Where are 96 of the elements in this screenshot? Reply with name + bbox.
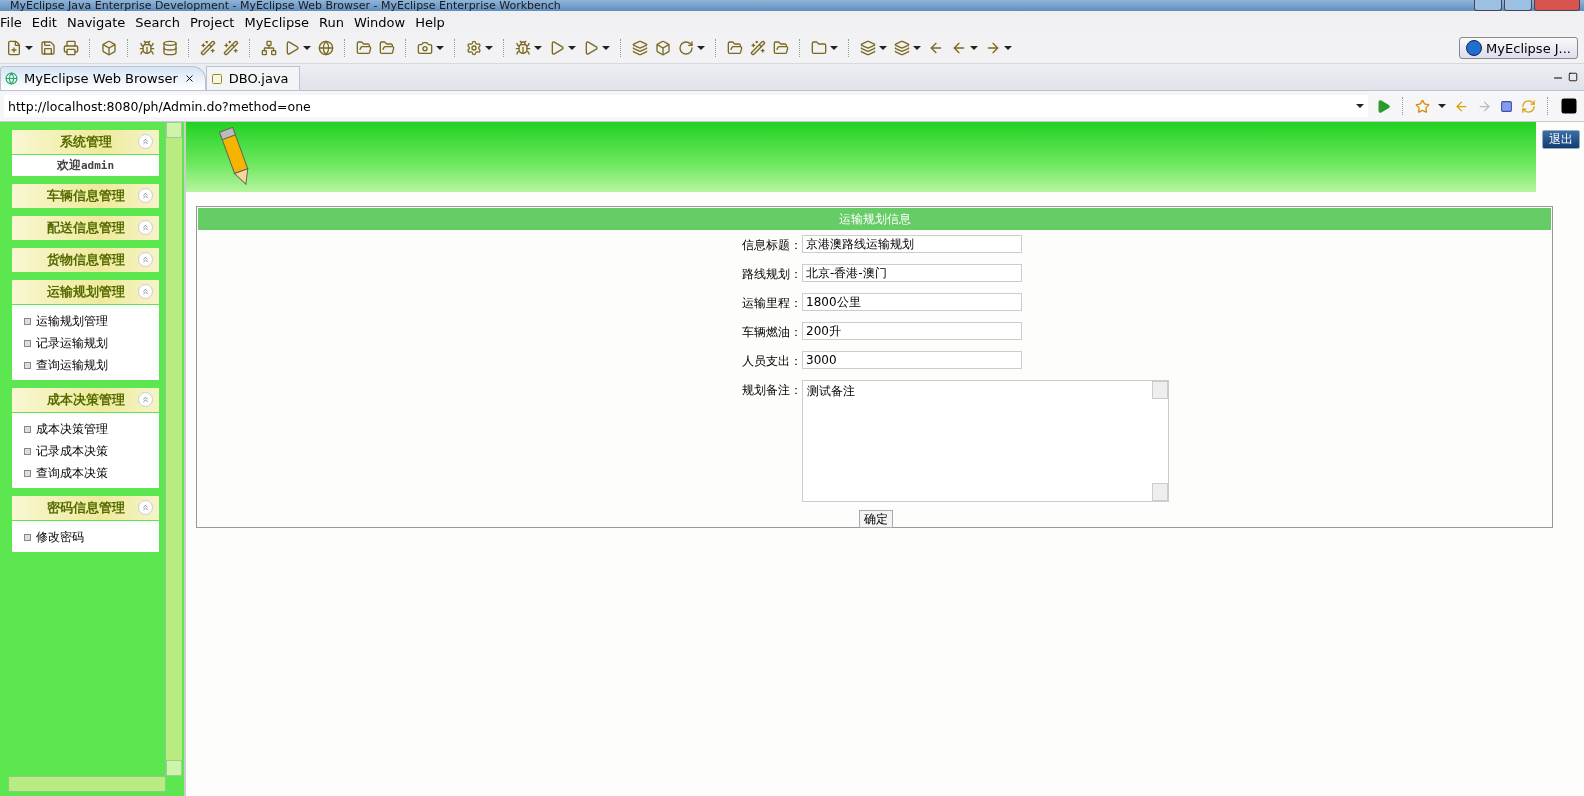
menu-item[interactable]: MyEclipse	[244, 14, 318, 30]
caret-icon[interactable]	[879, 46, 887, 50]
text-field[interactable]: 北京-香港-澳门	[802, 264, 1022, 282]
nav-link[interactable]: 查询成本决策	[12, 465, 159, 482]
section-header[interactable]: 运输规划管理	[12, 280, 159, 304]
box-icon[interactable]	[101, 40, 117, 56]
caret-icon[interactable]	[568, 46, 576, 50]
rotate-icon[interactable]	[678, 40, 694, 56]
star-icon[interactable]	[1415, 98, 1430, 114]
menu-item[interactable]: Help	[415, 14, 454, 30]
text-field[interactable]: 3000	[802, 351, 1022, 369]
menu-item[interactable]: Project	[189, 14, 244, 30]
layers-icon[interactable]	[894, 40, 910, 56]
database-icon[interactable]	[162, 40, 178, 56]
globe-icon	[5, 72, 18, 85]
play-icon[interactable]	[284, 40, 300, 56]
layers-icon[interactable]	[860, 40, 876, 56]
caret-icon[interactable]	[970, 46, 978, 50]
close-icon[interactable]	[183, 73, 195, 84]
caret-icon[interactable]	[602, 46, 610, 50]
caret-icon[interactable]	[485, 46, 493, 50]
printer-icon[interactable]	[63, 40, 79, 56]
section-header[interactable]: 货物信息管理	[12, 248, 159, 272]
stop-icon[interactable]	[1500, 99, 1513, 113]
gear-icon[interactable]	[466, 40, 482, 56]
menu-item[interactable]: Window	[353, 14, 415, 30]
field-label: 规划备注：	[742, 382, 802, 399]
minimize-button[interactable]	[1474, 0, 1502, 11]
welcome-text: 欢迎admin	[55, 157, 116, 174]
layers-icon[interactable]	[632, 40, 648, 56]
caret-icon[interactable]	[436, 46, 444, 50]
square-icon[interactable]	[1560, 97, 1578, 115]
save-icon[interactable]	[40, 40, 56, 56]
section-header[interactable]: 车辆信息管理	[12, 184, 159, 208]
section-header[interactable]: 成本决策管理	[12, 388, 159, 412]
section-header[interactable]: 配送信息管理	[12, 216, 159, 240]
field-label: 车辆燃油：	[742, 324, 802, 341]
text-field[interactable]: 京港澳路线运输规划	[802, 235, 1022, 253]
nav-link[interactable]: 查询运输规划	[12, 357, 159, 374]
file-icon	[210, 72, 223, 85]
play-icon[interactable]	[549, 40, 565, 56]
play-icon[interactable]	[1376, 98, 1391, 114]
address-field[interactable]: http://localhost:8080/ph/Admin.do?method=one	[4, 95, 1368, 117]
menu-item[interactable]: Navigate	[66, 14, 135, 30]
folder-icon[interactable]	[727, 40, 743, 56]
caret-icon[interactable]	[830, 46, 838, 50]
caret-icon[interactable]	[25, 46, 33, 50]
play-icon[interactable]	[583, 40, 599, 56]
panel-title: 运输规划信息	[198, 208, 1551, 230]
field-label: 路线规划：	[742, 266, 802, 283]
field-label: 运输里程：	[742, 295, 802, 312]
window-title: MyEclipse Java Enterprise Development - MyEclipse Web Browser - MyEclipse Enterprise Workbench	[10, 0, 561, 11]
section-header[interactable]: 密码信息管理	[12, 496, 159, 520]
nav-link[interactable]: 记录成本决策	[12, 443, 159, 460]
text-area[interactable]: 测试备注	[802, 380, 1169, 502]
box-icon[interactable]	[655, 40, 671, 56]
folder-icon[interactable]	[356, 40, 372, 56]
perspective-button[interactable]: MyEclipse J...	[1459, 37, 1578, 59]
nav-link[interactable]: 成本决策管理	[12, 421, 159, 438]
close-button[interactable]	[1534, 0, 1580, 11]
new-file-icon[interactable]	[6, 40, 22, 56]
caret-icon[interactable]	[1438, 104, 1446, 108]
scrollbar[interactable]	[165, 122, 182, 776]
globe-icon[interactable]	[318, 40, 334, 56]
caret-icon[interactable]	[913, 46, 921, 50]
section-header[interactable]: 系统管理	[12, 130, 159, 154]
menu-item[interactable]: Run	[318, 14, 353, 30]
caret-icon[interactable]	[1356, 104, 1364, 108]
submit-button[interactable]: 确定	[859, 510, 893, 528]
editor-tab[interactable]: MyEclipse Web Browser	[0, 66, 206, 90]
caret-icon[interactable]	[534, 46, 542, 50]
network-icon[interactable]	[261, 40, 277, 56]
logo-icon	[1466, 40, 1483, 56]
restore-icon[interactable]	[1568, 72, 1578, 82]
caret-icon[interactable]	[697, 46, 705, 50]
bug-icon[interactable]	[139, 40, 155, 56]
folder-icon[interactable]	[379, 40, 395, 56]
field-label: 人员支出：	[742, 353, 802, 370]
text-field[interactable]: 200升	[802, 322, 1022, 340]
menu-item[interactable]: Edit	[31, 14, 66, 30]
bug-icon[interactable]	[515, 40, 531, 56]
folder-icon[interactable]	[773, 40, 789, 56]
nav-link[interactable]: 记录运输规划	[12, 335, 159, 352]
maximize-button[interactable]	[1504, 0, 1532, 11]
text-field[interactable]: 1800公里	[802, 293, 1022, 311]
nav-link[interactable]: 运输规划管理	[12, 313, 159, 330]
scrollbar[interactable]	[8, 776, 166, 792]
caret-icon[interactable]	[303, 46, 311, 50]
menu-item[interactable]: Search	[135, 14, 189, 30]
field-label: 信息标题：	[742, 237, 802, 254]
caret-icon[interactable]	[1004, 46, 1012, 50]
menu-item[interactable]: File	[0, 14, 31, 30]
editor-tab[interactable]: DBO.java	[205, 66, 300, 90]
folder-icon[interactable]	[811, 40, 827, 56]
logout-button[interactable]: 退出	[1542, 130, 1580, 149]
camera-icon[interactable]	[417, 40, 433, 56]
